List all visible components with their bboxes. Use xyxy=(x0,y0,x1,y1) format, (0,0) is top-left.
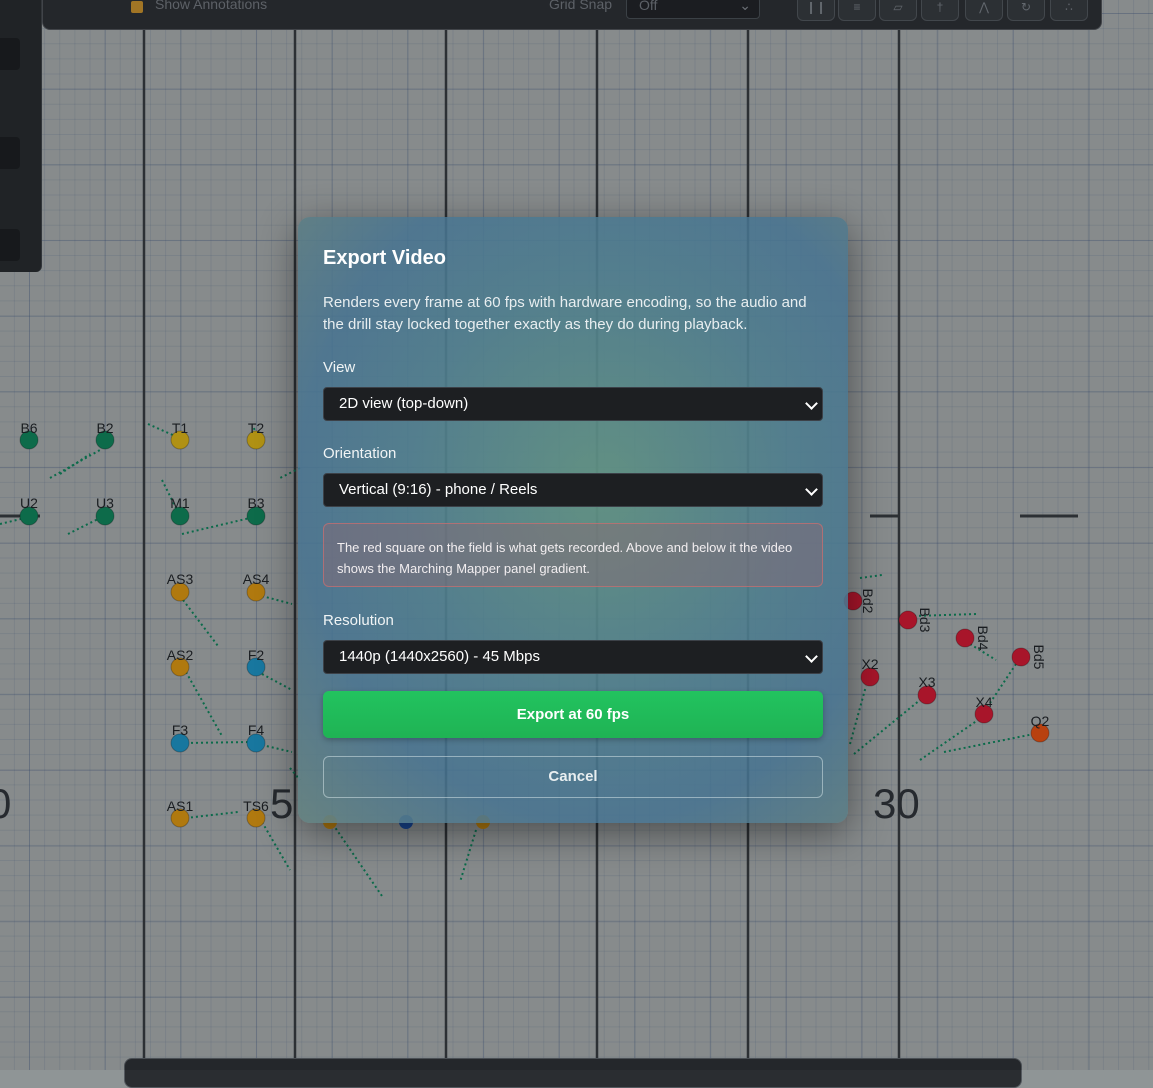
chevron-down-icon xyxy=(805,397,818,410)
dialog-description: Renders every frame at 60 fps with hardw… xyxy=(323,294,807,333)
orientation-value: Vertical (9:16) - phone / Reels xyxy=(339,481,538,498)
chevron-down-icon xyxy=(805,650,818,663)
recording-area-note: The red square on the field is what gets… xyxy=(323,523,823,587)
export-video-dialog: Export Video Renders every frame at 60 f… xyxy=(298,217,848,823)
export-button[interactable]: Export at 60 fps xyxy=(323,691,823,738)
cancel-button[interactable]: Cancel xyxy=(323,756,823,798)
resolution-value: 1440p (1440x2560) - 45 Mbps xyxy=(339,648,540,665)
chevron-down-icon xyxy=(805,483,818,496)
orientation-select[interactable]: Vertical (9:16) - phone / Reels xyxy=(323,473,823,507)
dialog-title: Export Video xyxy=(323,247,446,269)
resolution-select[interactable]: 1440p (1440x2560) - 45 Mbps xyxy=(323,640,823,674)
view-select[interactable]: 2D view (top-down) xyxy=(323,387,823,421)
view-label: View xyxy=(323,359,356,376)
view-value: 2D view (top-down) xyxy=(339,395,469,412)
orientation-label: Orientation xyxy=(323,445,397,462)
resolution-label: Resolution xyxy=(323,612,394,629)
